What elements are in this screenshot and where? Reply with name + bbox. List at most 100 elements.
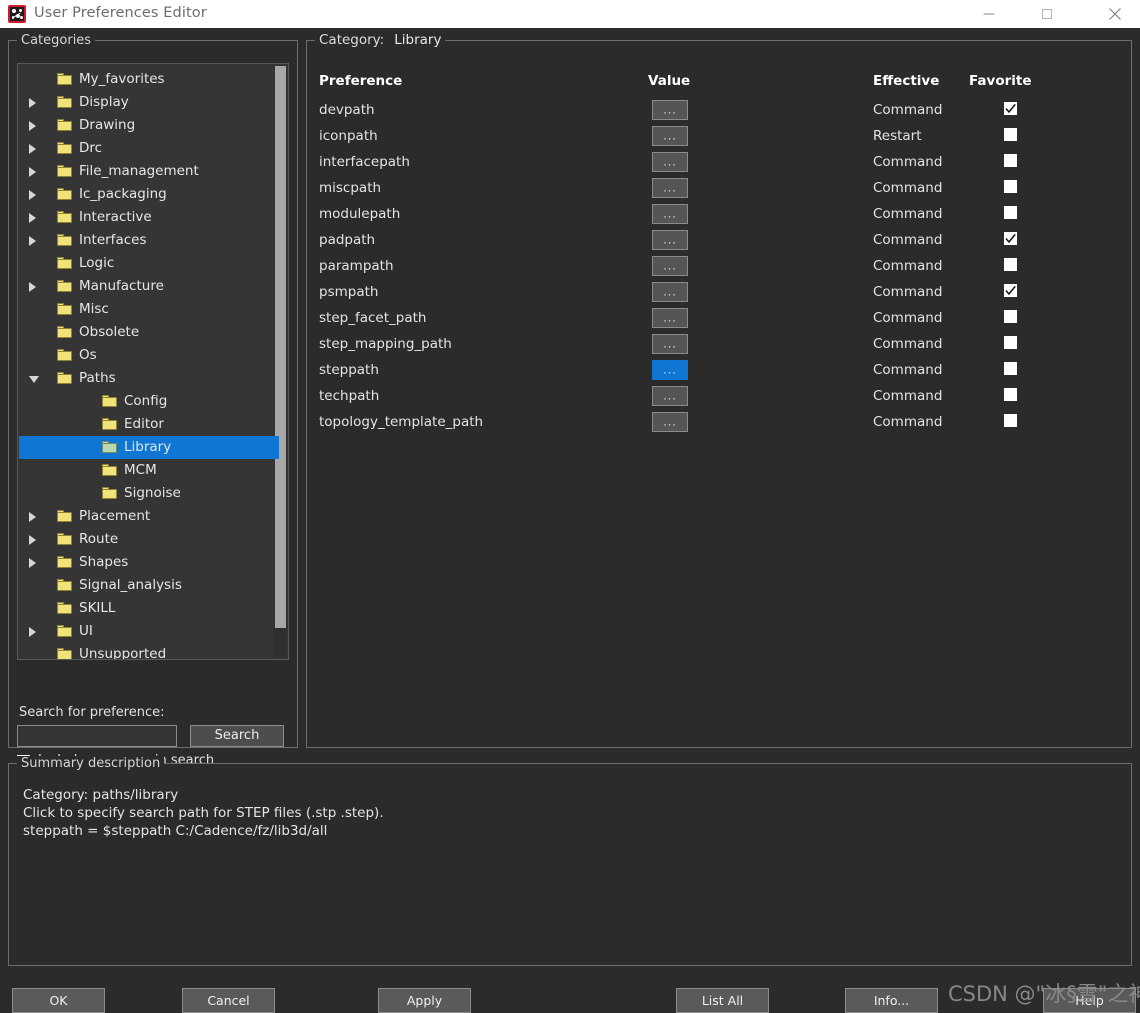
chevron-right-icon[interactable]: [29, 512, 36, 522]
value-browse-button[interactable]: ...: [652, 152, 688, 172]
value-browse-button[interactable]: ...: [652, 204, 688, 224]
tree-item-os[interactable]: Os: [19, 344, 279, 367]
value-browse-button[interactable]: ...: [652, 412, 688, 432]
column-header-preference: Preference: [319, 73, 403, 89]
chevron-right-icon[interactable]: [29, 213, 36, 223]
tree-item-library[interactable]: Library: [19, 436, 279, 459]
tree-item-route[interactable]: Route: [19, 528, 279, 551]
tree-item-unsupported[interactable]: Unsupported: [19, 643, 279, 659]
tree-item-drc[interactable]: Drc: [19, 137, 279, 160]
folder-icon: [102, 418, 117, 430]
tree-item-obsolete[interactable]: Obsolete: [19, 321, 279, 344]
favorite-checkbox[interactable]: [1004, 128, 1017, 141]
category-tree[interactable]: My_favorites Display Drawing Drc File_manage…: [17, 63, 289, 660]
tree-item-drawing[interactable]: Drawing: [19, 114, 279, 137]
check-icon: [1005, 233, 1016, 244]
tree-item-signoise[interactable]: Signoise: [19, 482, 279, 505]
search-input[interactable]: [17, 725, 177, 747]
category-breadcrumb: Category: Library: [315, 32, 446, 48]
list-all-button[interactable]: List All: [676, 988, 769, 1013]
ellipsis-icon: ...: [663, 389, 677, 403]
tree-item-placement[interactable]: Placement: [19, 505, 279, 528]
apply-button[interactable]: Apply: [378, 988, 471, 1013]
maximize-button[interactable]: [1024, 0, 1070, 28]
value-browse-button[interactable]: ...: [652, 100, 688, 120]
chevron-right-icon[interactable]: [29, 121, 36, 131]
chevron-right-icon[interactable]: [29, 236, 36, 246]
chevron-right-icon[interactable]: [29, 98, 36, 108]
favorite-checkbox[interactable]: [1004, 154, 1017, 167]
value-browse-button[interactable]: ...: [652, 386, 688, 406]
effective-value: Command: [873, 258, 943, 274]
preference-row: steppath... Command: [307, 358, 1133, 384]
tree-item-misc[interactable]: Misc: [19, 298, 279, 321]
favorite-checkbox[interactable]: [1004, 232, 1017, 245]
ellipsis-icon: ...: [663, 363, 677, 377]
tree-item-editor[interactable]: Editor: [19, 413, 279, 436]
tree-item-manufacture[interactable]: Manufacture: [19, 275, 279, 298]
info-button[interactable]: Info...: [845, 988, 938, 1013]
tree-item-interfaces[interactable]: Interfaces: [19, 229, 279, 252]
chevron-right-icon[interactable]: [29, 282, 36, 292]
tree-item-my-favorites[interactable]: My_favorites: [19, 68, 279, 91]
chevron-right-icon[interactable]: [29, 167, 36, 177]
tree-item-signal-analysis[interactable]: Signal_analysis: [19, 574, 279, 597]
favorite-checkbox[interactable]: [1004, 388, 1017, 401]
column-header-value: Value: [648, 73, 691, 89]
folder-icon: [57, 648, 72, 659]
tree-item-mcm[interactable]: MCM: [19, 459, 279, 482]
value-browse-button[interactable]: ...: [652, 308, 688, 328]
favorite-checkbox[interactable]: [1004, 310, 1017, 323]
folder-icon: [57, 257, 72, 269]
folder-icon: [57, 579, 72, 591]
folder-icon: [57, 510, 72, 522]
tree-item-ic-packaging[interactable]: Ic_packaging: [19, 183, 279, 206]
chevron-right-icon[interactable]: [29, 535, 36, 545]
favorite-checkbox[interactable]: [1004, 362, 1017, 375]
value-browse-button[interactable]: ...: [652, 230, 688, 250]
chevron-down-icon[interactable]: [29, 376, 39, 383]
help-button[interactable]: Help: [1043, 988, 1136, 1013]
tree-item-logic[interactable]: Logic: [19, 252, 279, 275]
chevron-right-icon[interactable]: [29, 627, 36, 637]
close-button[interactable]: [1092, 0, 1138, 28]
tree-item-config[interactable]: Config: [19, 390, 279, 413]
value-browse-button[interactable]: ...: [652, 126, 688, 146]
preference-name: miscpath: [319, 180, 382, 196]
favorite-checkbox[interactable]: [1004, 414, 1017, 427]
folder-icon: [57, 234, 72, 246]
tree-item-interactive[interactable]: Interactive: [19, 206, 279, 229]
tree-item-display[interactable]: Display: [19, 91, 279, 114]
favorite-checkbox[interactable]: [1004, 284, 1017, 297]
effective-value: Command: [873, 414, 943, 430]
favorite-checkbox[interactable]: [1004, 336, 1017, 349]
favorite-checkbox[interactable]: [1004, 258, 1017, 271]
user-preferences-editor-window: User Preferences Editor Categories My_fa…: [0, 0, 1140, 1013]
folder-icon: [57, 119, 72, 131]
search-button[interactable]: Search: [190, 725, 284, 747]
tree-item-label: Signal_analysis: [79, 577, 182, 593]
tree-item-ui[interactable]: UI: [19, 620, 279, 643]
favorite-checkbox[interactable]: [1004, 206, 1017, 219]
tree-item-label: Ic_packaging: [79, 186, 167, 202]
chevron-right-icon[interactable]: [29, 190, 36, 200]
tree-item-file-management[interactable]: File_management: [19, 160, 279, 183]
value-browse-button[interactable]: ...: [652, 256, 688, 276]
ok-button[interactable]: OK: [12, 988, 105, 1013]
tree-item-paths[interactable]: Paths: [19, 367, 279, 390]
effective-value: Command: [873, 154, 943, 170]
column-header-effective: Effective: [873, 73, 940, 89]
value-browse-button[interactable]: ...: [652, 282, 688, 302]
search-label: Search for preference:: [19, 705, 165, 720]
tree-item-skill[interactable]: SKILL: [19, 597, 279, 620]
minimize-button[interactable]: [966, 0, 1012, 28]
favorite-checkbox[interactable]: [1004, 180, 1017, 193]
value-browse-button[interactable]: ...: [652, 334, 688, 354]
tree-item-shapes[interactable]: Shapes: [19, 551, 279, 574]
favorite-checkbox[interactable]: [1004, 102, 1017, 115]
cancel-button[interactable]: Cancel: [182, 988, 275, 1013]
value-browse-button[interactable]: ...: [652, 360, 688, 380]
chevron-right-icon[interactable]: [29, 144, 36, 154]
value-browse-button[interactable]: ...: [652, 178, 688, 198]
chevron-right-icon[interactable]: [29, 558, 36, 568]
